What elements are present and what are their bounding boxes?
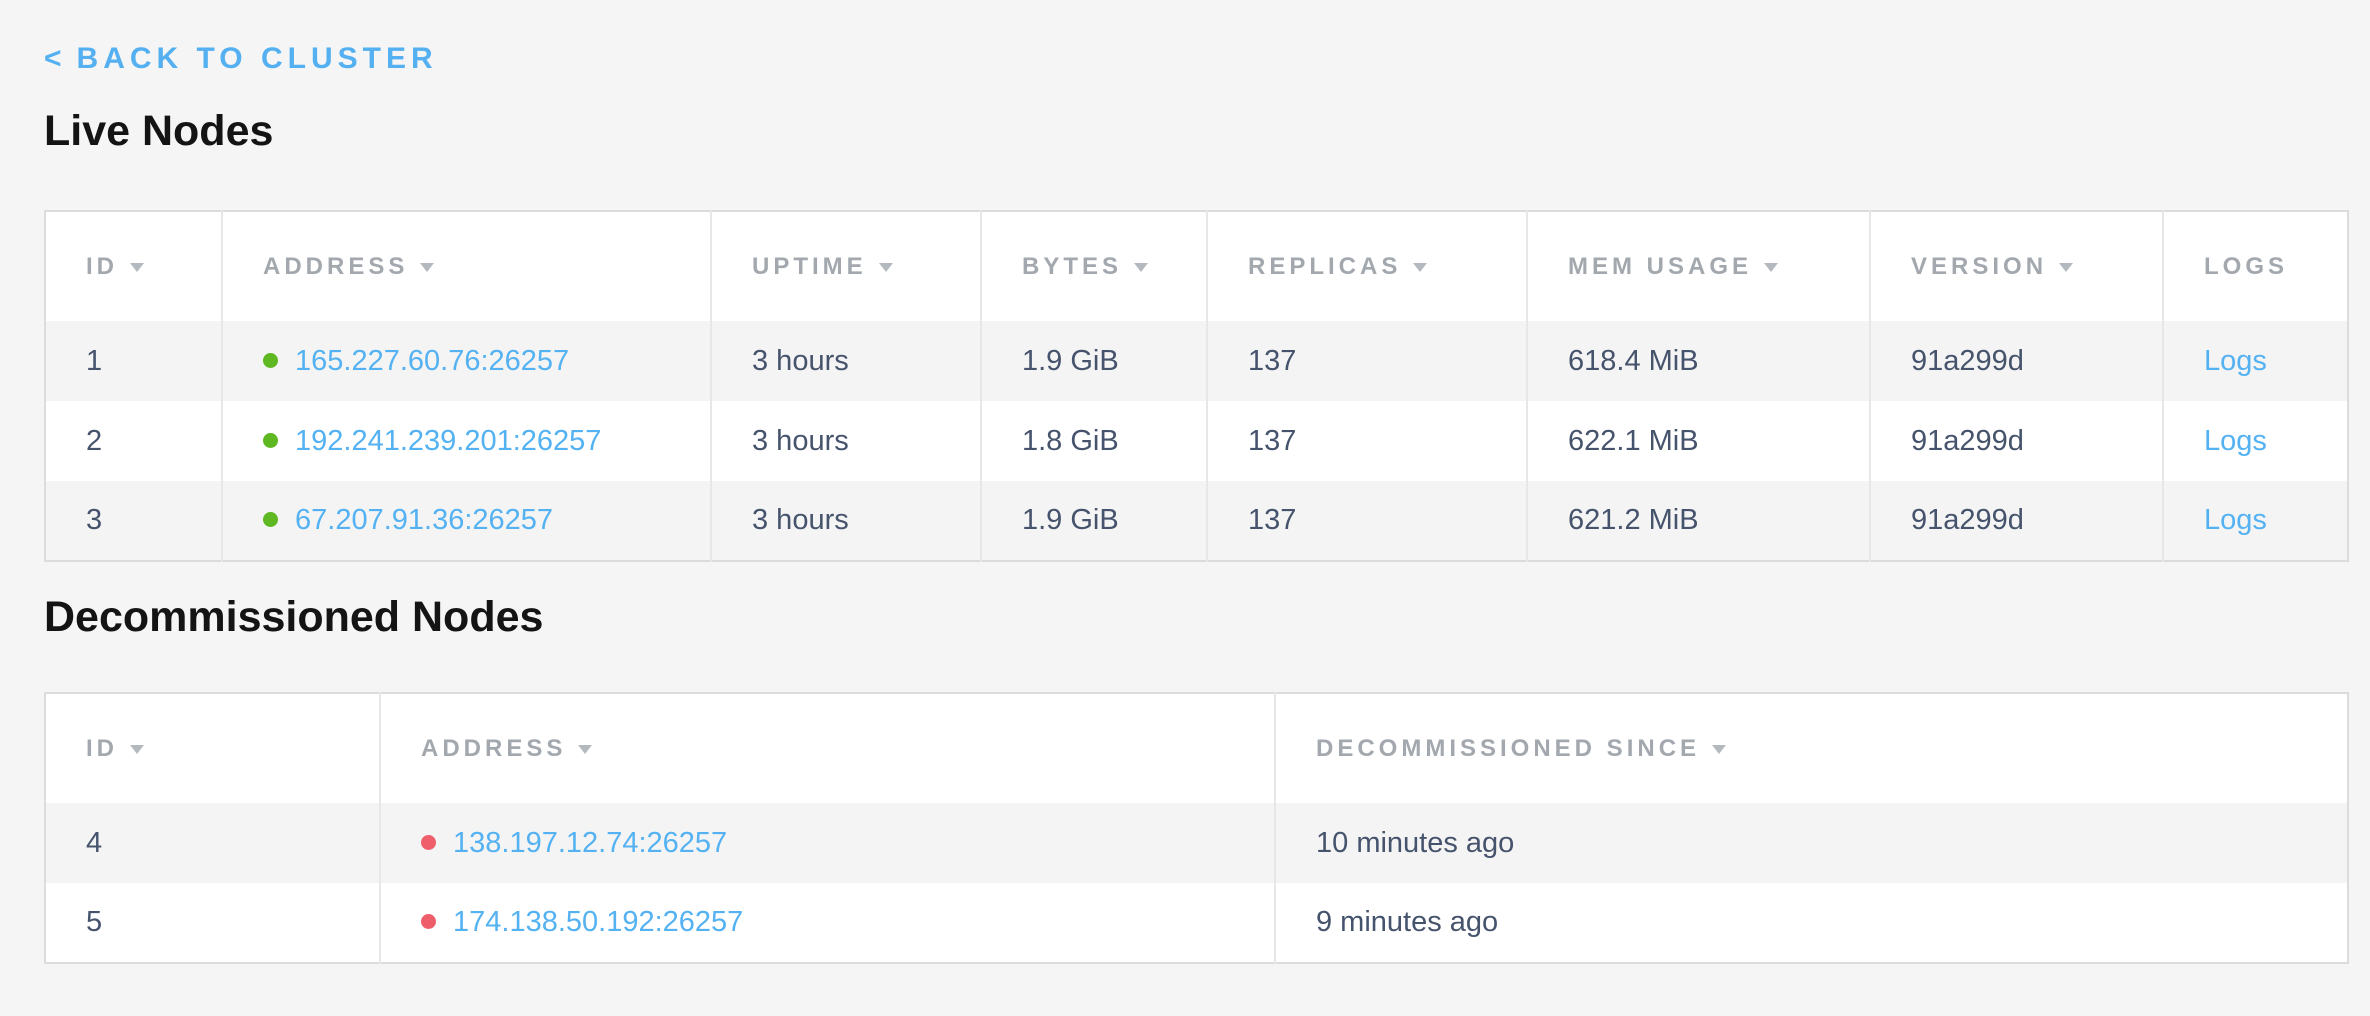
table-row: 5 174.138.50.192:26257 9 minutes ago bbox=[45, 883, 2348, 963]
node-address-link[interactable]: 138.197.12.74:26257 bbox=[453, 827, 727, 859]
sort-arrow-icon bbox=[130, 263, 144, 272]
decommissioned-status-dot-icon bbox=[421, 914, 436, 929]
table-header-row: ID ADDRESS DECOMMISSIONED SINCE bbox=[45, 693, 2348, 803]
table-row: 2 192.241.239.201:26257 3 hours 1.8 GiB … bbox=[45, 401, 2348, 481]
node-address-cell: 192.241.239.201:26257 bbox=[222, 401, 711, 481]
table-header-row: ID ADDRESS UPTIME BYTES REPLICAS MEM USA… bbox=[45, 211, 2348, 321]
col-header-id[interactable]: ID bbox=[45, 693, 380, 803]
sort-arrow-icon bbox=[879, 263, 893, 272]
node-address-cell: 174.138.50.192:26257 bbox=[380, 883, 1275, 963]
node-address-link[interactable]: 192.241.239.201:26257 bbox=[295, 425, 601, 457]
nodes-page: < BACK TO CLUSTER Live Nodes ID ADDRESS U… bbox=[0, 0, 2370, 1016]
node-id-cell: 1 bbox=[45, 321, 222, 401]
sort-arrow-icon bbox=[1712, 745, 1726, 754]
node-id-cell: 2 bbox=[45, 401, 222, 481]
node-address-link[interactable]: 174.138.50.192:26257 bbox=[453, 906, 743, 938]
node-bytes-cell: 1.9 GiB bbox=[981, 481, 1207, 561]
col-header-address[interactable]: ADDRESS bbox=[380, 693, 1275, 803]
sort-arrow-icon bbox=[2059, 263, 2073, 272]
node-address-link[interactable]: 165.227.60.76:26257 bbox=[295, 345, 569, 377]
back-to-cluster-label: BACK TO CLUSTER bbox=[77, 42, 438, 75]
sort-arrow-icon bbox=[1413, 263, 1427, 272]
live-status-dot-icon bbox=[263, 512, 278, 527]
node-logs-cell: Logs bbox=[2163, 401, 2348, 481]
node-logs-cell: Logs bbox=[2163, 481, 2348, 561]
col-header-version[interactable]: VERSION bbox=[1870, 211, 2163, 321]
table-row: 4 138.197.12.74:26257 10 minutes ago bbox=[45, 803, 2348, 883]
live-nodes-title: Live Nodes bbox=[44, 106, 2370, 156]
node-address-cell: 67.207.91.36:26257 bbox=[222, 481, 711, 561]
sort-arrow-icon bbox=[420, 263, 434, 272]
node-mem-usage-cell: 618.4 MiB bbox=[1527, 321, 1870, 401]
node-address-cell: 138.197.12.74:26257 bbox=[380, 803, 1275, 883]
node-uptime-cell: 3 hours bbox=[711, 321, 981, 401]
back-to-cluster-link[interactable]: < BACK TO CLUSTER bbox=[44, 42, 438, 76]
node-id-cell: 4 bbox=[45, 803, 380, 883]
decommissioned-nodes-table: ID ADDRESS DECOMMISSIONED SINCE 4 138.19… bbox=[44, 692, 2349, 964]
node-mem-usage-cell: 622.1 MiB bbox=[1527, 401, 1870, 481]
node-uptime-cell: 3 hours bbox=[711, 401, 981, 481]
sort-arrow-icon bbox=[1764, 263, 1778, 272]
node-address-link[interactable]: 67.207.91.36:26257 bbox=[295, 504, 553, 536]
node-logs-link[interactable]: Logs bbox=[2204, 504, 2267, 536]
node-uptime-cell: 3 hours bbox=[711, 481, 981, 561]
col-header-logs: LOGS bbox=[2163, 211, 2348, 321]
node-decommissioned-since-cell: 10 minutes ago bbox=[1275, 803, 2348, 883]
node-version-cell: 91a299d bbox=[1870, 321, 2163, 401]
sort-arrow-icon bbox=[130, 745, 144, 754]
decommissioned-status-dot-icon bbox=[421, 835, 436, 850]
node-address-cell: 165.227.60.76:26257 bbox=[222, 321, 711, 401]
node-replicas-cell: 137 bbox=[1207, 401, 1527, 481]
node-logs-cell: Logs bbox=[2163, 321, 2348, 401]
node-id-cell: 3 bbox=[45, 481, 222, 561]
col-header-decommissioned-since[interactable]: DECOMMISSIONED SINCE bbox=[1275, 693, 2348, 803]
table-row: 3 67.207.91.36:26257 3 hours 1.9 GiB 137… bbox=[45, 481, 2348, 561]
node-replicas-cell: 137 bbox=[1207, 321, 1527, 401]
node-logs-link[interactable]: Logs bbox=[2204, 425, 2267, 457]
chevron-left-icon: < bbox=[44, 42, 67, 75]
sort-arrow-icon bbox=[578, 745, 592, 754]
node-mem-usage-cell: 621.2 MiB bbox=[1527, 481, 1870, 561]
decommissioned-nodes-title: Decommissioned Nodes bbox=[44, 592, 2370, 642]
node-logs-link[interactable]: Logs bbox=[2204, 345, 2267, 377]
col-header-id[interactable]: ID bbox=[45, 211, 222, 321]
node-bytes-cell: 1.9 GiB bbox=[981, 321, 1207, 401]
live-status-dot-icon bbox=[263, 353, 278, 368]
node-id-cell: 5 bbox=[45, 883, 380, 963]
node-decommissioned-since-cell: 9 minutes ago bbox=[1275, 883, 2348, 963]
live-status-dot-icon bbox=[263, 433, 278, 448]
node-version-cell: 91a299d bbox=[1870, 481, 2163, 561]
node-bytes-cell: 1.8 GiB bbox=[981, 401, 1207, 481]
node-replicas-cell: 137 bbox=[1207, 481, 1527, 561]
col-header-mem-usage[interactable]: MEM USAGE bbox=[1527, 211, 1870, 321]
node-version-cell: 91a299d bbox=[1870, 401, 2163, 481]
live-nodes-table: ID ADDRESS UPTIME BYTES REPLICAS MEM USA… bbox=[44, 210, 2349, 562]
col-header-replicas[interactable]: REPLICAS bbox=[1207, 211, 1527, 321]
col-header-bytes[interactable]: BYTES bbox=[981, 211, 1207, 321]
sort-arrow-icon bbox=[1134, 263, 1148, 272]
table-row: 1 165.227.60.76:26257 3 hours 1.9 GiB 13… bbox=[45, 321, 2348, 401]
col-header-address[interactable]: ADDRESS bbox=[222, 211, 711, 321]
col-header-uptime[interactable]: UPTIME bbox=[711, 211, 981, 321]
